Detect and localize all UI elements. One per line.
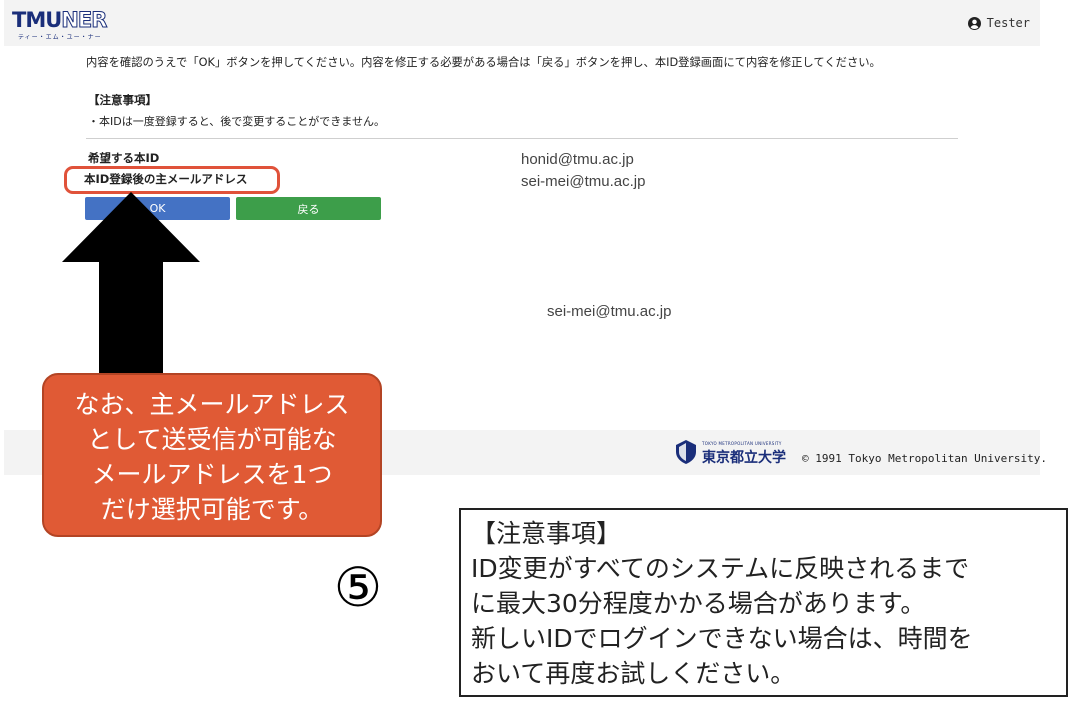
university-small-text: TOKYO METROPOLITAN UNIVERSITY — [702, 441, 782, 446]
notes-heading: 【注意事項】 — [88, 93, 157, 107]
callout-line: なお、主メールアドレス — [74, 390, 350, 419]
callout-line: メールアドレスを1つ — [91, 460, 333, 489]
main-mail-value: sei-mei@tmu.ac.jp — [521, 173, 646, 190]
university-shield-icon — [676, 440, 696, 464]
copyright: © 1991 Tokyo Metropolitan University. — [802, 452, 1048, 465]
back-button[interactable]: 戻る — [236, 197, 381, 220]
main-mail-value-repeat: sei-mei@tmu.ac.jp — [544, 299, 676, 325]
notice-line: ID変更がすべてのシステムに反映されるまで — [471, 554, 970, 583]
user-circle-icon — [967, 16, 981, 30]
tmuner-logo[interactable]: TMUNER ティー・エム・ユー・ナー — [12, 8, 108, 42]
user-name: Tester — [986, 16, 1030, 30]
divider — [86, 138, 958, 139]
university-name: 東京都立大学 — [702, 450, 786, 466]
desired-id-label: 希望する本ID — [88, 151, 160, 165]
main-mail-value-repeat-text: sei-mei@tmu.ac.jp — [547, 303, 672, 320]
notice-line: 【注意事項】 — [471, 519, 622, 548]
university-logo: TOKYO METROPOLITAN UNIVERSITY 東京都立大学 — [676, 438, 798, 466]
instruction-text: 内容を確認のうえで「OK」ボタンを押してください。内容を修正する必要がある場合は… — [86, 56, 881, 69]
notice-line: 新しいIDでログインできない場合は、時間を — [471, 624, 973, 653]
step-number: ⑤ — [333, 556, 383, 619]
callout-line: だけ選択可能です。 — [100, 495, 324, 524]
notice-line: おいて再度お試しください。 — [471, 659, 796, 688]
callout-line: として送受信が可能な — [87, 425, 337, 454]
logo-text: TMUNER — [12, 8, 108, 33]
up-arrow-icon — [62, 192, 200, 380]
logo-subtitle: ティー・エム・ユー・ナー — [18, 34, 102, 41]
notice-box: 【注意事項】 ID変更がすべてのシステムに反映されるまで に最大30分程度かかる… — [459, 508, 1068, 697]
callout-bubble: なお、主メールアドレス として送受信が可能な メールアドレスを1つ だけ選択可能… — [42, 373, 382, 537]
top-bar: TMUNER ティー・エム・ユー・ナー Tester — [4, 0, 1040, 46]
desired-id-value: honid@tmu.ac.jp — [521, 151, 634, 168]
user-menu[interactable]: Tester — [967, 16, 1030, 30]
highlight-box — [64, 166, 280, 194]
notice-line: に最大30分程度かかる場合があります。 — [471, 589, 926, 618]
notes-body: ・本IDは一度登録すると、後で変更することができません。 — [88, 115, 385, 128]
